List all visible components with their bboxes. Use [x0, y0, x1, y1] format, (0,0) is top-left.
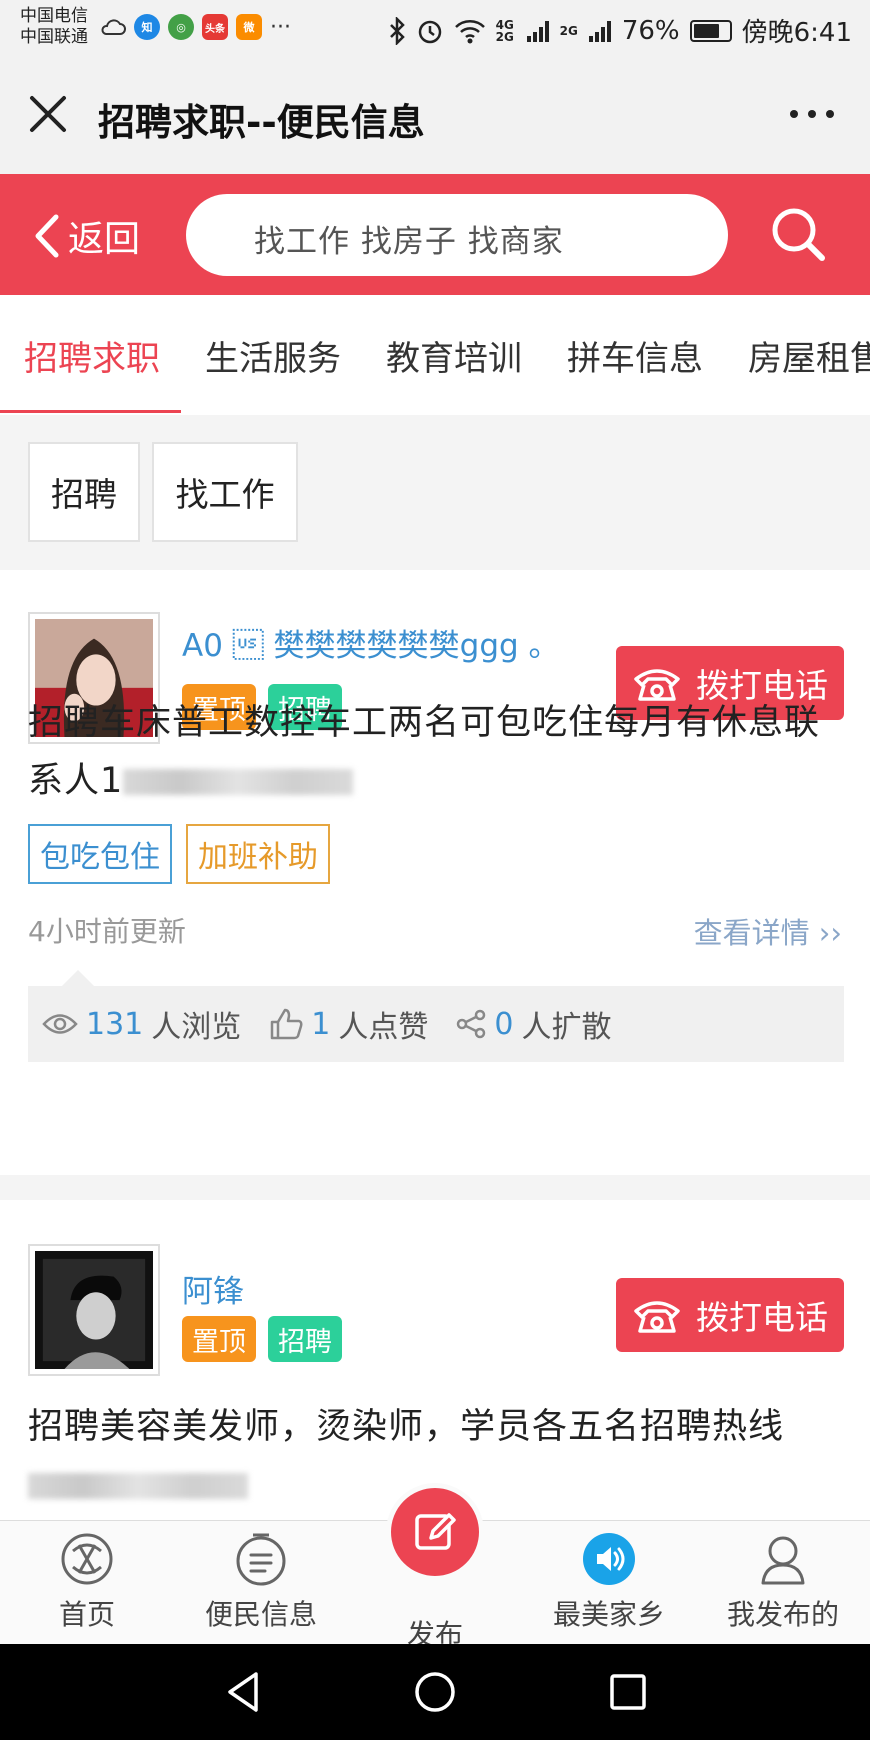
page-title: 招聘求职--便民信息	[98, 101, 425, 144]
redacted-phone	[28, 1473, 248, 1499]
alarm-icon	[418, 20, 441, 43]
redacted-phone	[123, 769, 354, 795]
weibo-icon: 微	[236, 14, 262, 40]
more-notifications-icon: ···	[270, 14, 291, 40]
nav-info-label: 便民信息	[204, 1598, 317, 1631]
speaker-icon	[583, 1533, 635, 1585]
nav-mine-label: 我发布的	[726, 1598, 839, 1631]
bottom-nav: 首页 便民信息 发布 最美家乡 我发布的	[0, 1483, 870, 1651]
username[interactable]: 阿锋	[182, 1266, 244, 1311]
likes-count: 1	[311, 1006, 331, 1042]
tag-overtime-pay: 加班补助	[186, 824, 330, 884]
carrier-2: 中国联通	[20, 27, 88, 47]
tag-group: 包吃包住 加班补助	[28, 824, 330, 884]
search-placeholder: 找工作 找房子 找商家	[254, 224, 564, 260]
nav-mine[interactable]: 我发布的	[708, 1531, 858, 1633]
pinned-badge: 置顶	[182, 1316, 256, 1362]
tab-education[interactable]: 教育培训	[386, 331, 522, 380]
views-stat: 131 人浏览	[42, 1002, 241, 1046]
call-button[interactable]: 拨打电话	[616, 1278, 844, 1352]
post-content: 招聘车床普工数控车工两名可包吃住每月有休息联系人1	[28, 694, 848, 810]
recents-square-icon[interactable]	[604, 1668, 652, 1716]
category-badge: 招聘	[268, 1316, 342, 1362]
views-label: 人浏览	[151, 1010, 242, 1045]
bluetooth-icon	[389, 16, 405, 45]
carrier-info: 中国电信 中国联通	[20, 6, 88, 48]
clock: 傍晚6:41	[741, 18, 852, 48]
call-label: 拨打电话	[696, 1298, 828, 1337]
post-card: A0 樊樊樊樊樊樊ggg 。 置顶 招聘 拨打电话 招聘车床普工数控车工两名可包…	[0, 570, 870, 1175]
browser-icon: ◎	[168, 14, 194, 40]
shares-stat[interactable]: 0 人扩散	[456, 1002, 611, 1046]
post-card: 阿锋 置顶 招聘 拨打电话 招聘美容美发师，烫染师，学员各五名招聘热线	[0, 1200, 870, 1520]
back-triangle-icon[interactable]	[220, 1668, 268, 1716]
tab-recruitment[interactable]: 招聘求职	[24, 331, 160, 380]
phone-icon	[634, 1301, 680, 1333]
list-icon	[236, 1533, 286, 1586]
nav-hometown[interactable]: 最美家乡	[534, 1531, 684, 1633]
tab-life-services[interactable]: 生活服务	[205, 331, 341, 380]
battery-icon	[689, 19, 732, 42]
nav-home-label: 首页	[58, 1598, 115, 1631]
notification-icons: 知 ◎ 头条 微 ···	[100, 14, 291, 40]
toutiao-icon: 头条	[202, 14, 228, 40]
post-text: 招聘美容美发师，烫染师，学员各五名招聘热线	[28, 1407, 785, 1447]
user-photo	[35, 1251, 153, 1369]
category-tabs: 招聘求职 生活服务 教育培训 拼车信息 房屋租售	[0, 295, 870, 415]
nav-home[interactable]: 首页	[12, 1531, 162, 1633]
nav-hometown-label: 最美家乡	[552, 1598, 665, 1631]
badge-group: 置顶 招聘	[182, 1316, 342, 1362]
signal-icon-1	[526, 20, 549, 42]
user-icon	[761, 1536, 805, 1585]
views-count: 131	[86, 1006, 144, 1042]
back-button[interactable]: 返回	[32, 210, 140, 262]
back-label: 返回	[68, 219, 141, 260]
updated-time: 4小时前更新	[28, 915, 186, 948]
network-type-label-2: 2G	[559, 23, 578, 38]
view-details-link[interactable]: 查看详情 ››	[694, 910, 842, 952]
title-bar: 招聘求职--便民信息	[0, 58, 870, 174]
home-icon	[61, 1533, 113, 1585]
active-tab-indicator	[0, 410, 181, 413]
signal-icon-2	[588, 20, 611, 42]
shares-count: 0	[494, 1006, 514, 1042]
nav-info[interactable]: 便民信息	[186, 1531, 336, 1633]
search-header: 返回 找工作 找房子 找商家	[0, 174, 870, 295]
shares-label: 人扩散	[521, 1010, 612, 1045]
sub-filters: 招聘 找工作	[0, 415, 870, 570]
network-type-label: 4G 2G	[495, 17, 514, 44]
avatar[interactable]	[28, 1244, 160, 1376]
tab-carpool[interactable]: 拼车信息	[567, 331, 703, 380]
home-circle-icon[interactable]	[411, 1668, 459, 1716]
status-bar: 中国电信 中国联通 知 ◎ 头条 微 ··· 4G 2G 2G 76% 傍晚6:…	[0, 0, 870, 58]
filter-find-job[interactable]: 找工作	[152, 442, 298, 542]
likes-label: 人点赞	[338, 1010, 429, 1045]
search-icon[interactable]	[768, 204, 828, 264]
more-options-icon[interactable]	[790, 110, 834, 118]
tag-meals-lodging: 包吃包住	[28, 824, 172, 884]
filter-hiring[interactable]: 招聘	[28, 442, 140, 542]
search-input[interactable]: 找工作 找房子 找商家	[186, 194, 728, 276]
edit-icon	[415, 1513, 456, 1550]
eye-icon	[42, 1014, 78, 1034]
weather-icon	[101, 19, 126, 35]
stats-pointer	[62, 970, 94, 986]
system-status: 4G 2G 2G 76% 傍晚6:41	[388, 12, 852, 49]
tab-housing[interactable]: 房屋租售	[748, 331, 870, 380]
share-icon	[457, 1009, 486, 1039]
username[interactable]: A0 樊樊樊樊樊樊ggg 。	[182, 620, 560, 665]
likes-stat[interactable]: 1 人点赞	[269, 1002, 428, 1046]
close-icon[interactable]	[28, 94, 68, 134]
carrier-1: 中国电信	[20, 6, 88, 26]
zhihu-icon: 知	[134, 14, 160, 40]
publish-button[interactable]	[386, 1483, 484, 1581]
thumbs-up-icon	[271, 1008, 303, 1040]
battery-percent: 76%	[621, 15, 680, 46]
chevron-left-icon	[35, 214, 59, 258]
system-navigation-bar	[0, 1644, 870, 1740]
stats-bar: 131 人浏览 1 人点赞 0 人扩散	[28, 986, 844, 1062]
wifi-icon	[454, 19, 485, 43]
